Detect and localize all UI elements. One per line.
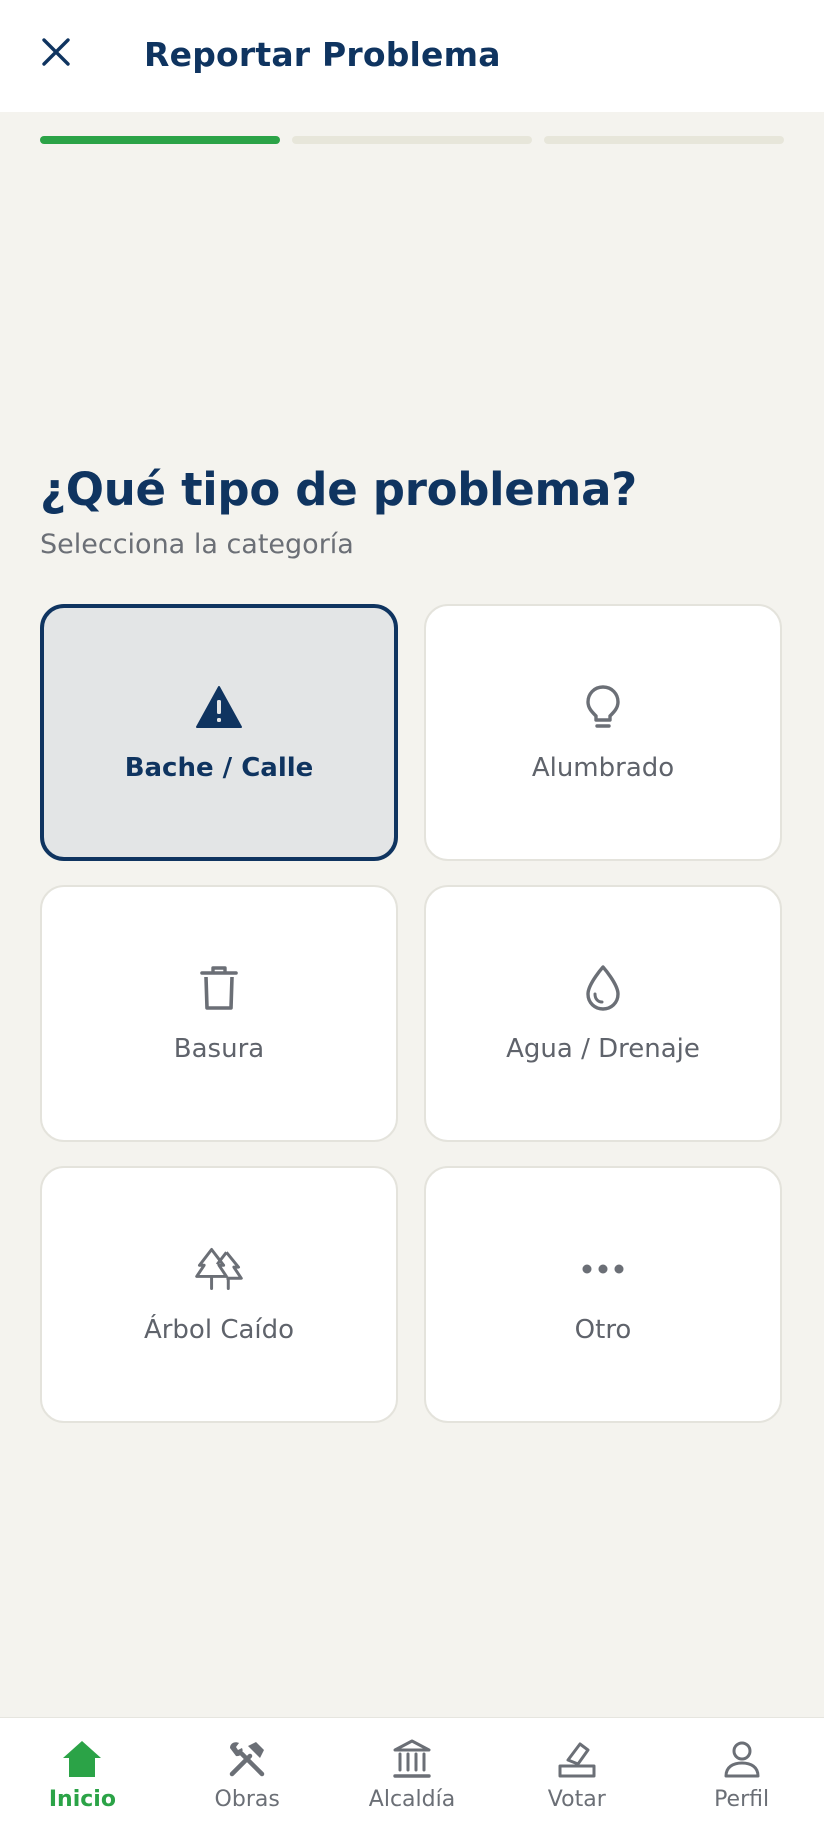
category-grid: Bache / Calle Alumbrado Basura Agua / Dr… [40, 604, 784, 1423]
water-drop-icon [577, 962, 629, 1014]
vote-icon [554, 1736, 600, 1782]
app-header: Reportar Problema [0, 0, 824, 112]
question-heading: ¿Qué tipo de problema? [40, 463, 637, 516]
nav-item-obras[interactable]: Obras [165, 1718, 330, 1831]
progress-step-1 [40, 136, 280, 144]
step-progress [40, 136, 784, 144]
category-card-alumbrado[interactable]: Alumbrado [424, 604, 782, 861]
nav-item-inicio[interactable]: Inicio [0, 1718, 165, 1831]
trash-icon [193, 962, 245, 1014]
category-label: Bache / Calle [124, 752, 314, 783]
nav-label: Obras [214, 1787, 280, 1812]
category-card-otro[interactable]: Otro [424, 1166, 782, 1423]
home-icon [59, 1736, 105, 1782]
person-icon [719, 1736, 765, 1782]
category-label: Alumbrado [531, 752, 675, 783]
category-card-arbol[interactable]: Árbol Caído [40, 1166, 398, 1423]
nav-label: Perfil [714, 1787, 770, 1812]
category-card-agua[interactable]: Agua / Drenaje [424, 885, 782, 1142]
close-icon [40, 36, 72, 72]
trees-icon [193, 1243, 245, 1295]
category-label: Otro [574, 1314, 632, 1345]
page-title: Reportar Problema [144, 35, 501, 74]
city-hall-icon [389, 1736, 435, 1782]
progress-step-3 [544, 136, 784, 144]
progress-step-2 [292, 136, 532, 144]
question-subtitle: Selecciona la categoría [40, 529, 354, 560]
bottom-navigation: Inicio Obras Alcaldía Votar Perfil [0, 1717, 824, 1831]
category-label: Basura [173, 1033, 265, 1064]
nav-item-perfil[interactable]: Perfil [659, 1718, 824, 1831]
close-button[interactable] [28, 26, 84, 82]
category-card-bache[interactable]: Bache / Calle [40, 604, 398, 861]
more-icon [577, 1243, 629, 1295]
warning-icon [193, 681, 245, 733]
nav-item-alcaldia[interactable]: Alcaldía [330, 1718, 495, 1831]
lightbulb-icon [577, 681, 629, 733]
nav-label: Alcaldía [368, 1787, 456, 1812]
tools-icon [224, 1736, 270, 1782]
nav-label: Votar [547, 1787, 606, 1812]
category-card-basura[interactable]: Basura [40, 885, 398, 1142]
category-label: Agua / Drenaje [506, 1033, 700, 1064]
nav-item-votar[interactable]: Votar [494, 1718, 659, 1831]
category-label: Árbol Caído [143, 1314, 295, 1345]
nav-label: Inicio [48, 1787, 116, 1812]
